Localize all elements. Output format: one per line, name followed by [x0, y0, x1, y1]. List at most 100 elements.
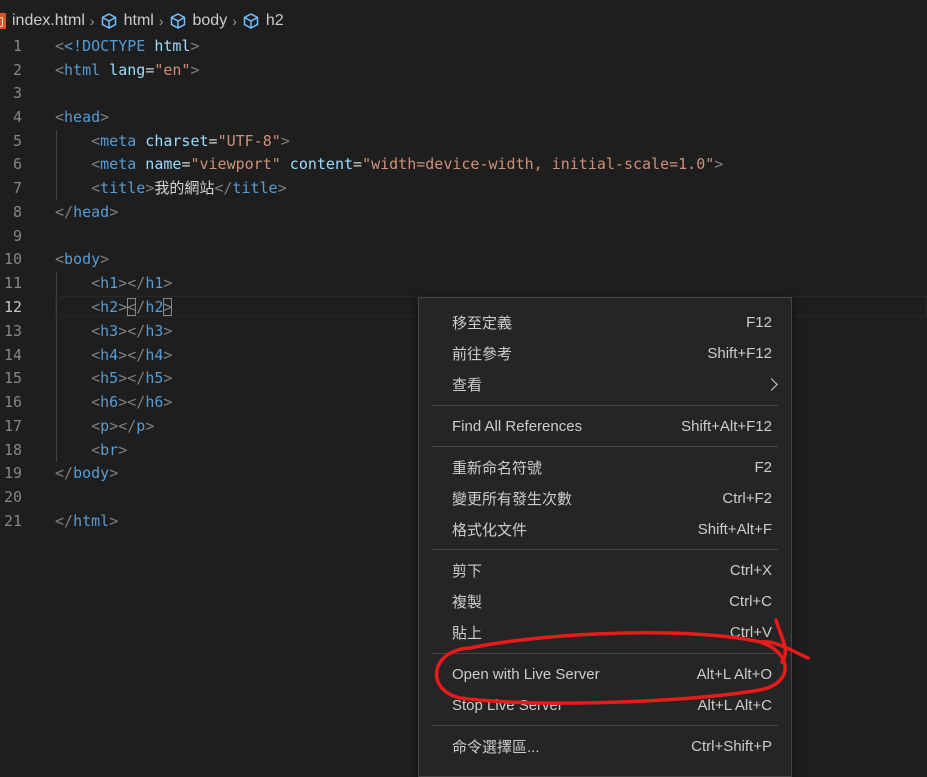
- token: head: [73, 202, 110, 221]
- line-number: 12: [3, 297, 22, 316]
- token: h4: [100, 345, 119, 364]
- token: >: [190, 60, 200, 79]
- symbol-element-icon: [169, 12, 187, 30]
- token: h6: [145, 392, 164, 411]
- chevron-right-icon: ›: [89, 13, 95, 29]
- menu-item-shortcut: F2: [754, 459, 772, 476]
- line-number: 3: [12, 83, 22, 102]
- line-number: 16: [3, 392, 22, 411]
- token: "width=device-width, initial-scale=1.0": [362, 154, 715, 173]
- menu-item-shortcut: Ctrl+V: [729, 624, 772, 641]
- menu-item-go-to-references[interactable]: 前往參考 Shift+F12: [432, 338, 778, 369]
- token: h6: [100, 392, 119, 411]
- menu-item-shortcut: Ctrl+F2: [722, 490, 772, 507]
- symbol-element-icon: [242, 12, 260, 30]
- line-number: 18: [3, 440, 22, 459]
- code-text: <title>我的網站</title>: [91, 179, 287, 197]
- token: p: [100, 416, 110, 435]
- menu-item-format-document[interactable]: 格式化文件 Shift+Alt+F: [432, 514, 778, 545]
- breadcrumb-file-label: index.html: [12, 12, 85, 29]
- token: meta: [100, 131, 137, 150]
- line-number: 14: [3, 345, 22, 364]
- line-number: 11: [3, 273, 22, 292]
- code-text: <h2></h2>: [91, 297, 173, 316]
- token: body: [73, 463, 110, 482]
- token: head: [64, 107, 101, 126]
- code-text: <h1></h1>: [91, 273, 173, 292]
- menu-item-label: 重新命名符號: [452, 460, 543, 477]
- menu-item-label: 剪下: [452, 563, 483, 580]
- token: charset: [136, 131, 209, 150]
- code-line: 2 <html lang="en">: [0, 58, 927, 81]
- code-text: <head>: [55, 107, 110, 126]
- token: html: [145, 36, 191, 55]
- line-number: 19: [3, 463, 22, 482]
- menu-item-change-all-occurrences[interactable]: 變更所有發生次數 Ctrl+F2: [432, 483, 778, 514]
- code-text: <h3></h3>: [91, 321, 173, 340]
- line-number: 13: [3, 321, 22, 340]
- token: h3: [145, 321, 164, 340]
- token: "en": [154, 60, 191, 79]
- token: "UTF-8": [217, 131, 281, 150]
- token: lang: [100, 60, 146, 79]
- line-number: 20: [3, 487, 22, 506]
- chevron-right-icon: ›: [232, 13, 237, 29]
- menu-item-label: 查看: [452, 377, 483, 394]
- menu-item-label: 前往參考: [452, 346, 513, 363]
- line-number: 17: [3, 416, 22, 435]
- line-number: 1: [12, 36, 22, 55]
- menu-item-cut[interactable]: 剪下 Ctrl+X: [432, 555, 778, 586]
- token: h5: [100, 368, 119, 387]
- code-line: 3: [0, 81, 927, 104]
- menu-item-stop-live-server[interactable]: Stop Live Server Alt+L Alt+C: [432, 690, 778, 721]
- token: title: [100, 179, 146, 197]
- menu-item-paste[interactable]: 貼上 Ctrl+V: [432, 617, 778, 648]
- code-text: </html>: [55, 511, 119, 530]
- menu-item-shortcut: Ctrl+X: [729, 562, 772, 579]
- menu-item-shortcut: Shift+Alt+F: [697, 521, 772, 538]
- token: h2: [145, 297, 164, 316]
- menu-item-find-all-references[interactable]: Find All References Shift+Alt+F12: [432, 411, 778, 442]
- token: content: [280, 154, 354, 173]
- symbol-element-icon: [100, 12, 118, 30]
- menu-item-peek[interactable]: 查看: [432, 369, 778, 400]
- chevron-right-icon: [765, 378, 778, 391]
- code-text: <html lang="en">: [55, 60, 200, 79]
- code-line: 9: [0, 224, 927, 247]
- menu-item-rename-symbol[interactable]: 重新命名符號 F2: [432, 452, 778, 483]
- menu-item-go-to-definition[interactable]: 移至定義 F12: [432, 307, 778, 338]
- token: p: [136, 416, 146, 435]
- code-line: 8 </head>: [0, 200, 927, 223]
- line-number: 15: [3, 368, 22, 387]
- menu-item-shortcut: Alt+L Alt+C: [697, 697, 773, 714]
- chevron-right-icon: ›: [158, 13, 164, 29]
- menu-separator: [432, 405, 778, 406]
- code-line: 6 <meta name="viewport" content="width=d…: [0, 152, 927, 175]
- token: 我的網站: [154, 179, 215, 197]
- line-number: 2: [12, 60, 22, 79]
- token: h2: [100, 297, 119, 316]
- token: h3: [100, 321, 119, 340]
- context-menu: 移至定義 F12 前往參考 Shift+F12 查看 Find All Refe…: [418, 297, 792, 777]
- menu-item-label: 變更所有發生次數: [452, 491, 573, 508]
- html5-file-icon: [0, 13, 6, 29]
- line-number: 8: [12, 202, 22, 221]
- menu-item-shortcut: Ctrl+Shift+P: [691, 738, 772, 755]
- code-text: <h5></h5>: [91, 368, 173, 387]
- menu-item-shortcut: Shift+F12: [707, 345, 772, 362]
- code-text: <meta name="viewport" content="width=dev…: [91, 154, 724, 173]
- token: html: [73, 511, 110, 530]
- line-number: 10: [3, 249, 22, 268]
- code-text: </body>: [55, 463, 119, 482]
- line-number: 9: [12, 226, 22, 245]
- menu-item-label: Find All References: [452, 418, 583, 435]
- menu-item-command-palette[interactable]: 命令選擇區... Ctrl+Shift+P: [432, 731, 778, 762]
- token: h1: [100, 273, 119, 292]
- code-line: 10 <body>: [0, 247, 927, 270]
- menu-item-shortcut: Shift+Alt+F12: [681, 418, 772, 435]
- code-line: 7 <title>我的網站</title>: [0, 176, 927, 199]
- token: h4: [145, 345, 164, 364]
- breadcrumb-label: html: [123, 12, 154, 29]
- menu-item-open-with-live-server[interactable]: Open with Live Server Alt+L Alt+O: [432, 659, 778, 690]
- menu-item-copy[interactable]: 複製 Ctrl+C: [432, 586, 778, 617]
